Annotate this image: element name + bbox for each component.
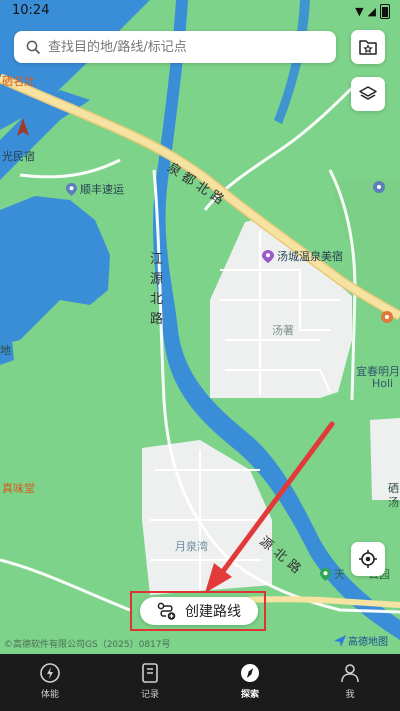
- hotel-pin-icon: [262, 249, 274, 263]
- restaurant-pin-icon[interactable]: [380, 310, 394, 324]
- poi-label[interactable]: Holi: [372, 377, 393, 390]
- map-provider-logo: 高德地图: [334, 633, 388, 648]
- location-pin-icon: [66, 182, 77, 196]
- poi-label[interactable]: 光民宿: [2, 148, 35, 164]
- map-base: [0, 0, 400, 654]
- status-bar: 10:24 ▼ ◢: [0, 0, 400, 24]
- poi-label: 天: [334, 568, 345, 581]
- tab-me[interactable]: 我: [300, 654, 400, 711]
- poi-tianshan[interactable]: 天: [320, 566, 345, 582]
- record-icon: [142, 663, 158, 683]
- map-copyright: ©高德软件有限公司GS（2025）0817号: [4, 640, 171, 650]
- search-icon: [26, 40, 40, 54]
- target-locate-icon: [359, 550, 377, 568]
- wifi-icon: ▼: [355, 5, 364, 18]
- tab-label: 记录: [140, 690, 159, 700]
- poi-label[interactable]: 硒名灶: [2, 73, 35, 89]
- area-label: 汤著: [272, 324, 294, 337]
- bottom-tab-bar: 体能 记录 探索 我: [0, 654, 400, 711]
- park-pin-icon: [320, 567, 331, 581]
- layers-icon: [359, 86, 377, 100]
- map-view[interactable]: 硒名灶 光民宿 顺丰速运 泉都北路 江源北路 汤城温泉美宿 汤著 地 宜春明月 …: [0, 0, 400, 654]
- tab-fitness[interactable]: 体能: [0, 654, 100, 711]
- map-provider-label: 高德地图: [348, 637, 388, 648]
- favorites-button[interactable]: [351, 30, 385, 64]
- tab-explore[interactable]: 探索: [200, 654, 300, 711]
- create-route-highlight: 创建路线: [130, 591, 266, 631]
- poi-label[interactable]: 汤: [388, 494, 399, 510]
- search-input[interactable]: [46, 38, 320, 56]
- poi-tangcheng-hotel[interactable]: 汤城温泉美宿: [262, 248, 343, 264]
- area-label: 地: [0, 344, 11, 357]
- road-label: 江源北路: [150, 252, 164, 327]
- status-time: 10:24: [12, 3, 50, 18]
- tab-label: 体能: [40, 690, 59, 700]
- folder-star-icon: [359, 40, 377, 55]
- amap-arrow-icon: [334, 634, 346, 647]
- layers-button[interactable]: [351, 77, 385, 111]
- create-route-button[interactable]: 创建路线: [140, 597, 258, 625]
- poi-label: 顺丰速运: [80, 183, 124, 196]
- route-add-icon: [157, 602, 176, 620]
- battery-icon: [380, 4, 390, 19]
- locate-button[interactable]: [351, 542, 385, 576]
- poi-shunfeng[interactable]: 顺丰速运: [66, 181, 124, 197]
- create-route-label: 创建路线: [185, 604, 241, 620]
- signal-icon: ◢: [367, 5, 376, 18]
- search-bar[interactable]: [14, 31, 336, 63]
- status-icons: ▼ ◢: [355, 4, 390, 19]
- poi-label: 汤城温泉美宿: [277, 250, 343, 263]
- tab-label: 探索: [240, 690, 259, 700]
- poi-label[interactable]: 真味堂: [2, 480, 35, 496]
- compass-needle-icon: [17, 118, 29, 136]
- compass-icon: [241, 664, 259, 682]
- user-icon: [341, 664, 359, 683]
- tab-records[interactable]: 记录: [100, 654, 200, 711]
- area-label: 月泉湾: [175, 540, 208, 553]
- location-pin-icon[interactable]: [372, 180, 386, 194]
- bolt-icon: [40, 663, 60, 683]
- tab-label: 我: [345, 690, 355, 700]
